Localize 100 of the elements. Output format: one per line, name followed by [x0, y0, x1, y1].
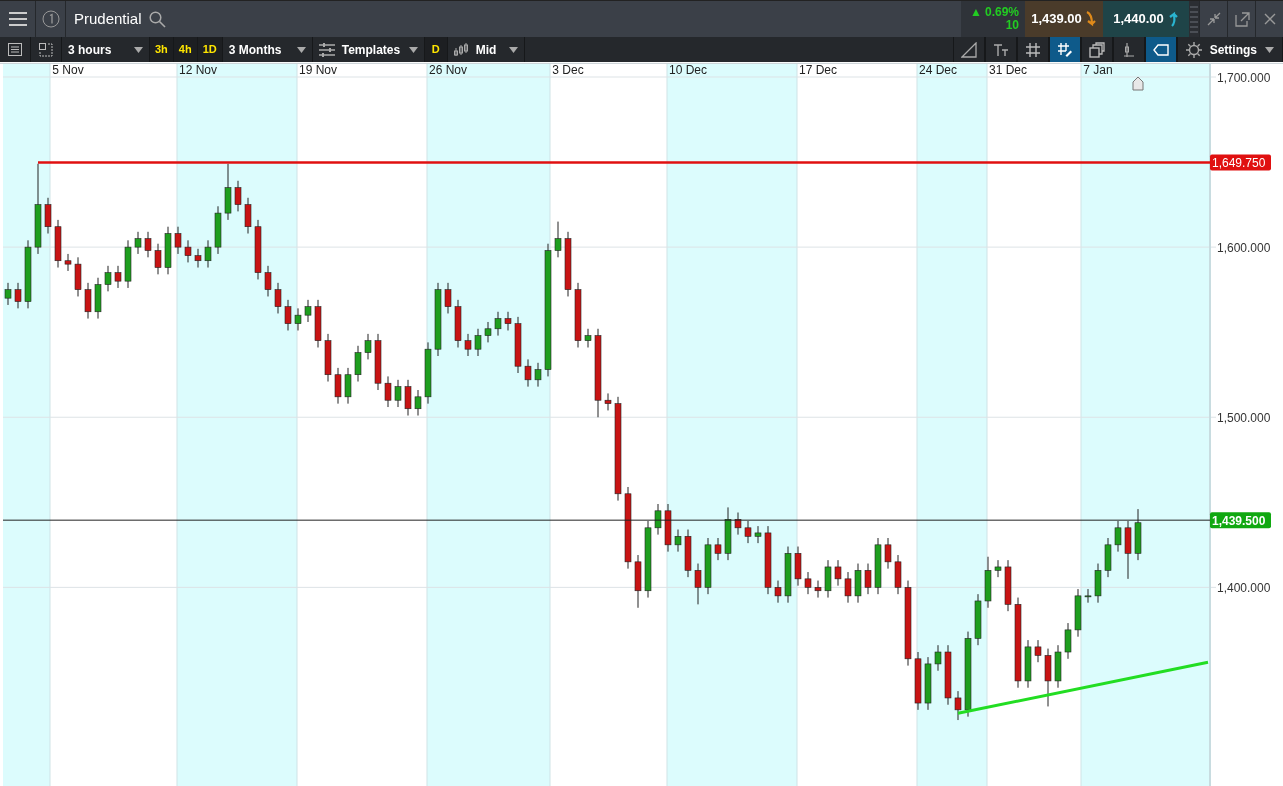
candlestick: [934, 644, 942, 672]
date-label: 3 Dec: [552, 63, 584, 77]
price-type-dropdown[interactable]: Mid: [447, 37, 525, 62]
candlestick: [974, 593, 982, 646]
templates-dropdown[interactable]: Templates: [312, 37, 425, 62]
candlestick: [354, 345, 362, 382]
grid-edit-tool-button[interactable]: [1048, 37, 1081, 62]
candlestick: [344, 367, 352, 405]
candlestick: [834, 559, 842, 587]
candlestick: [1034, 639, 1042, 663]
candlestick: [264, 265, 272, 297]
candlestick: [994, 559, 1002, 578]
change-arrow: ▲: [970, 6, 982, 19]
candlestick: [484, 321, 492, 343]
price-axis-label: 1,700.000: [1217, 71, 1271, 85]
candlestick: [444, 282, 452, 314]
instrument-name: Prudential: [73, 8, 143, 29]
candlestick: [364, 333, 372, 360]
candlestick: [384, 375, 392, 408]
candlestick: [404, 379, 412, 417]
candlestick: [294, 307, 302, 331]
tag-icon: [1152, 41, 1169, 58]
candlestick: [554, 221, 562, 258]
candlestick: [424, 341, 432, 405]
tag-tool-button[interactable]: [1144, 37, 1177, 62]
caret-icon: [508, 46, 518, 53]
gear-icon: [1185, 41, 1202, 58]
change-percent: 0.69%: [984, 6, 1019, 19]
candlestick: [584, 328, 592, 348]
candlestick: [194, 248, 202, 269]
compress-icon: [1205, 11, 1222, 27]
indicator-tool-button[interactable]: [1112, 37, 1145, 62]
candlestick: [814, 580, 822, 599]
candlestick: [784, 546, 792, 604]
candlestick: [334, 367, 342, 405]
grid-tool-button[interactable]: [1016, 37, 1049, 62]
candlestick: [1134, 508, 1142, 561]
date-label: 12 Nov: [179, 63, 217, 77]
candlestick: [94, 277, 102, 320]
candlestick: [394, 379, 402, 408]
candlestick: [504, 311, 512, 331]
interval-button[interactable]: 3h: [150, 37, 174, 62]
candlestick: [204, 239, 212, 269]
candlestick: [234, 180, 242, 212]
down-arrow-icon: [1084, 10, 1097, 28]
candlestick: [64, 253, 72, 272]
candlestick: [534, 362, 542, 388]
candlestick: [154, 243, 162, 275]
candlestick: [4, 282, 12, 306]
date-label: 26 Nov: [429, 63, 467, 77]
candlestick: [564, 231, 572, 297]
interval-button[interactable]: 4h: [173, 37, 198, 62]
price-tag: 1,649.750: [1210, 154, 1271, 171]
candlestick: [744, 520, 752, 544]
range-dropdown[interactable]: 3 Months: [222, 37, 313, 62]
candlestick: [314, 299, 322, 348]
candlestick: [1004, 559, 1012, 612]
candlestick: [794, 546, 802, 587]
candlestick: [304, 299, 312, 323]
candlestick: [124, 239, 132, 289]
candlestick: [174, 226, 182, 255]
text-tool-button[interactable]: [984, 37, 1017, 62]
candlestick: [944, 644, 952, 706]
settings-dropdown[interactable]: Settings: [1176, 37, 1283, 62]
date-label: 24 Dec: [919, 63, 957, 77]
candlestick: [114, 265, 122, 289]
candlestick: [144, 231, 152, 258]
draw-line-tool-button[interactable]: [952, 37, 985, 62]
numbered-circle-icon: [41, 10, 60, 28]
candlestick: [1124, 520, 1132, 580]
price-axis-label: 1,400.000: [1217, 581, 1271, 596]
candlestick: [764, 525, 772, 595]
candlestick: [894, 554, 902, 595]
grip-icon: [1190, 4, 1198, 34]
candlestick: [634, 554, 642, 609]
grid-pencil-icon: [1056, 41, 1073, 58]
candlestick: [184, 239, 192, 263]
candlestick: [844, 571, 852, 604]
candlestick: [724, 506, 732, 561]
layout-icon: [39, 42, 53, 57]
price-axis-label: 1,500.000: [1217, 411, 1271, 426]
date-label: 10 Dec: [669, 63, 707, 77]
candlestick: [1084, 588, 1092, 604]
candlestick: [1054, 644, 1062, 689]
candlestick: [804, 571, 812, 595]
candlestick: [754, 525, 762, 544]
sell-price-button[interactable]: 1,439.00: [1025, 1, 1103, 37]
candlestick: [324, 333, 332, 382]
candlestick: [854, 563, 862, 604]
candlestick: [984, 556, 992, 609]
candlestick: [1024, 639, 1032, 689]
caret-icon: [134, 46, 143, 53]
buy-price-button[interactable]: 1,440.00: [1103, 1, 1189, 37]
layers-tool-button[interactable]: [1080, 37, 1113, 62]
interval-button[interactable]: 1D: [197, 37, 223, 62]
candlestick: [704, 537, 712, 595]
change-points: 10: [1005, 19, 1019, 32]
candlestick: [674, 529, 682, 553]
candlestick: [514, 316, 522, 374]
daily-button[interactable]: D: [424, 37, 448, 62]
